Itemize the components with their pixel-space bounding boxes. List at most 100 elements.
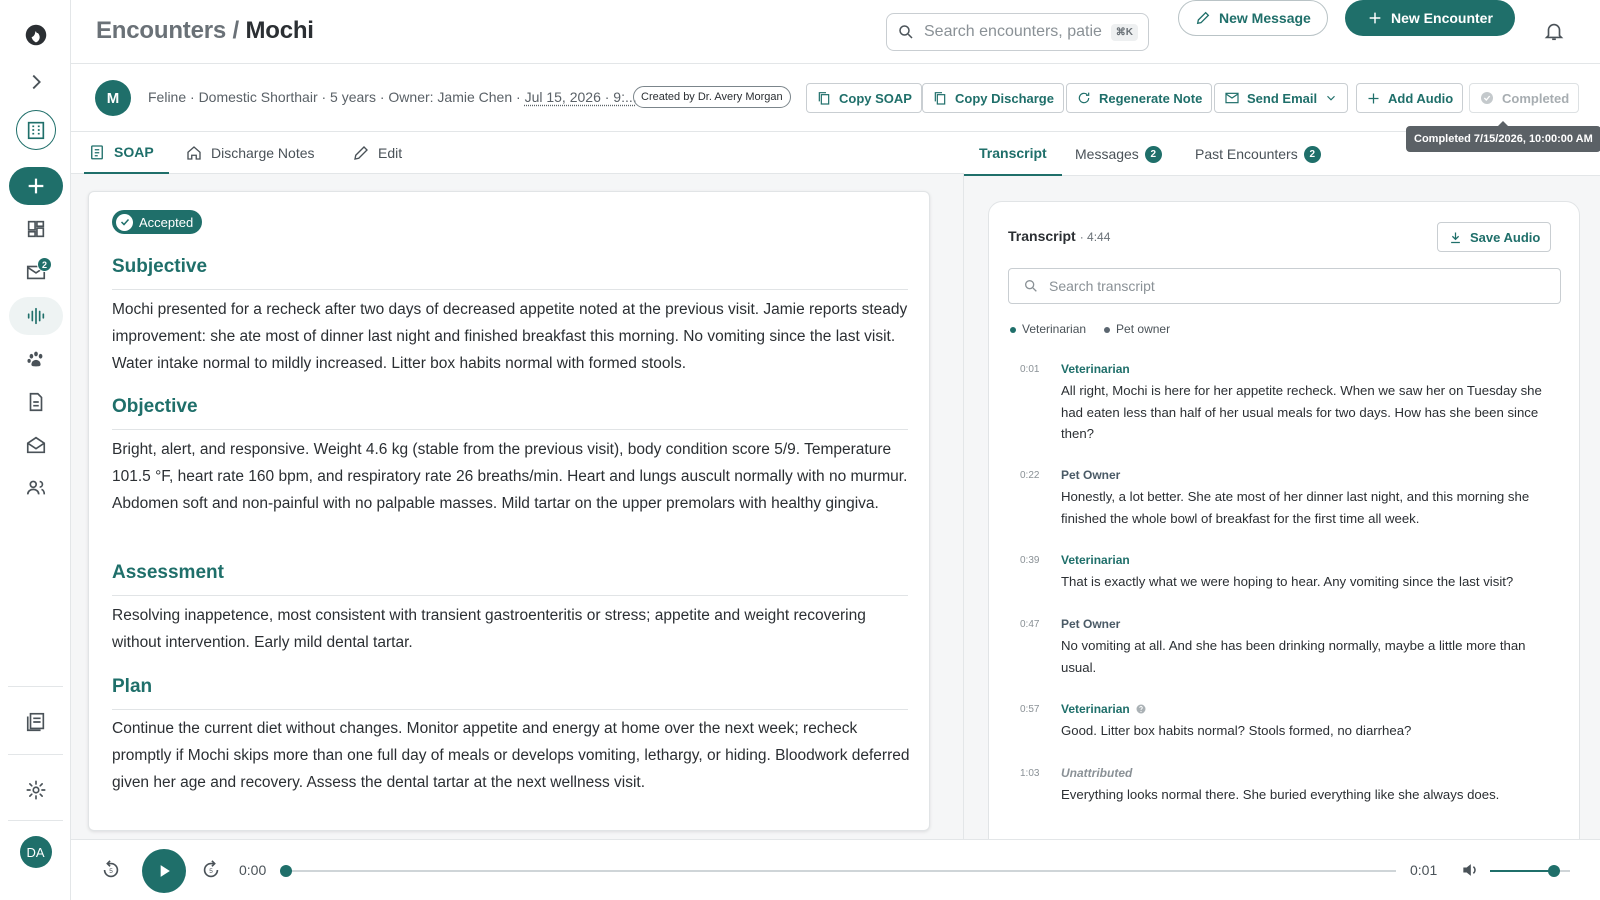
total-time: 0:01 bbox=[1410, 862, 1437, 878]
legend-dot bbox=[1010, 327, 1016, 333]
status-label: Accepted bbox=[139, 215, 193, 230]
section-body-assessment: Resolving inappetence, most consistent w… bbox=[112, 602, 912, 656]
rail-divider bbox=[8, 686, 63, 687]
patient-details: Feline · Domestic Shorthair · 5 years · … bbox=[148, 89, 521, 105]
transcript-title: Transcript bbox=[1008, 228, 1076, 244]
tab-transcript[interactable]: Transcript bbox=[964, 132, 1062, 176]
utterance-text: Everything looks normal there. She burie… bbox=[1061, 784, 1546, 806]
section-body-objective: Bright, alert, and responsive. Weight 4.… bbox=[112, 436, 912, 517]
utterance-text: Good. Litter box habits normal? Stools f… bbox=[1061, 720, 1546, 742]
search-input[interactable]: Search encounters, patients... bbox=[924, 23, 1102, 41]
current-time: 0:00 bbox=[239, 862, 266, 878]
utterance-speaker: Veterinarian bbox=[1061, 702, 1130, 716]
save-audio-label: Save Audio bbox=[1470, 230, 1540, 245]
section-body-plan: Continue the current diet without change… bbox=[112, 715, 912, 796]
rail-messages[interactable] bbox=[0, 425, 71, 465]
tab-transcript-label: Transcript bbox=[979, 145, 1047, 161]
section-body-subjective: Mochi presented for a recheck after two … bbox=[112, 296, 912, 377]
new-encounter-button[interactable]: New Encounter bbox=[1345, 0, 1515, 36]
save-audio-button[interactable]: Save Audio bbox=[1437, 222, 1551, 252]
utterance-speaker: Pet Owner bbox=[1061, 617, 1120, 631]
transcript-search-input[interactable]: Search transcript bbox=[1049, 278, 1155, 294]
utterance-speaker: Veterinarian bbox=[1061, 362, 1130, 376]
section-divider bbox=[112, 595, 908, 596]
rail-encounters[interactable] bbox=[0, 296, 71, 336]
utterance-timestamp[interactable]: 0:22 bbox=[1020, 470, 1039, 481]
utterance-timestamp[interactable]: 0:01 bbox=[1020, 364, 1039, 375]
tab-discharge-notes[interactable]: Discharge Notes bbox=[185, 132, 315, 174]
transcript-heading: Transcript · 4:44 bbox=[1008, 228, 1110, 244]
utterance-speaker: Pet Owner bbox=[1061, 468, 1120, 482]
tab-past-encounters-label: Past Encounters bbox=[1195, 146, 1298, 162]
transcript-search[interactable]: Search transcript bbox=[1008, 268, 1561, 304]
utterance-speaker[interactable]: Unattributed bbox=[1061, 766, 1132, 780]
add-audio-button[interactable]: Add Audio bbox=[1356, 83, 1463, 113]
seek-bar[interactable] bbox=[286, 870, 1396, 872]
rail-dashboard[interactable] bbox=[0, 209, 71, 249]
section-divider bbox=[112, 429, 908, 430]
rail-team[interactable] bbox=[0, 468, 71, 508]
plus-icon bbox=[1366, 91, 1381, 106]
rewind-button[interactable]: 5 bbox=[100, 859, 122, 881]
app-logo[interactable] bbox=[0, 14, 71, 56]
utterance-timestamp[interactable]: 1:03 bbox=[1020, 768, 1039, 779]
notes-icon bbox=[25, 711, 47, 733]
new-message-label: New Message bbox=[1219, 10, 1311, 26]
section-divider bbox=[112, 709, 908, 710]
gear-icon bbox=[25, 779, 47, 801]
encounter-date[interactable]: Jul 15, 2026 · 9:... bbox=[525, 89, 637, 105]
tab-edit-label: Edit bbox=[378, 145, 402, 161]
utterance-timestamp[interactable]: 0:57 bbox=[1020, 704, 1039, 715]
forward-button[interactable]: 5 bbox=[200, 859, 222, 881]
plus-icon bbox=[25, 175, 47, 197]
rail-documents[interactable] bbox=[0, 382, 71, 422]
completed-tooltip: Completed 7/15/2026, 10:00:00 AM bbox=[1406, 126, 1600, 152]
user-menu[interactable]: DA bbox=[0, 829, 71, 875]
home-icon bbox=[185, 144, 203, 162]
play-button[interactable] bbox=[142, 849, 186, 893]
clinic-switcher[interactable] bbox=[0, 109, 71, 151]
completed-button[interactable]: Completed bbox=[1469, 83, 1579, 113]
transcript-duration: · 4:44 bbox=[1080, 230, 1111, 244]
copy-discharge-button[interactable]: Copy Discharge bbox=[922, 83, 1064, 113]
note-tabs: SOAP Discharge Notes Edit bbox=[71, 132, 964, 174]
utterance-timestamp[interactable]: 0:47 bbox=[1020, 619, 1039, 630]
notifications-button[interactable] bbox=[1543, 20, 1565, 42]
send-email-label: Send Email bbox=[1247, 91, 1317, 106]
legend-label: Veterinarian bbox=[1022, 322, 1086, 336]
utterance-timestamp[interactable]: 0:39 bbox=[1020, 555, 1039, 566]
legend-dot bbox=[1104, 327, 1110, 333]
rail-notes[interactable] bbox=[0, 702, 71, 742]
expand-sidebar-button[interactable] bbox=[0, 66, 71, 98]
global-search[interactable]: Search encounters, patients... ⌘K bbox=[886, 13, 1149, 51]
section-title-assessment: Assessment bbox=[112, 562, 224, 584]
tab-edit[interactable]: Edit bbox=[352, 132, 402, 174]
new-encounter-rail-button[interactable] bbox=[0, 166, 71, 206]
volume-fill bbox=[1490, 870, 1554, 872]
copy-soap-button[interactable]: Copy SOAP bbox=[806, 83, 922, 113]
rail-patients[interactable] bbox=[0, 339, 71, 379]
search-icon bbox=[897, 23, 915, 41]
legend-label: Pet owner bbox=[1116, 322, 1170, 336]
tab-messages-label: Messages bbox=[1075, 146, 1139, 162]
rail-inbox[interactable]: 2 bbox=[0, 252, 71, 292]
volume-handle[interactable] bbox=[1548, 865, 1560, 877]
bell-icon bbox=[1543, 20, 1565, 42]
help-circle-icon[interactable] bbox=[1135, 703, 1147, 715]
tab-messages[interactable]: Messages 2 bbox=[1075, 132, 1162, 176]
seek-handle[interactable] bbox=[280, 865, 292, 877]
chevron-down-icon[interactable] bbox=[1324, 91, 1338, 105]
left-rail: 2 DA bbox=[0, 0, 71, 900]
mute-button[interactable] bbox=[1460, 860, 1480, 880]
tab-past-encounters[interactable]: Past Encounters 2 bbox=[1195, 132, 1321, 176]
regenerate-note-button[interactable]: Regenerate Note bbox=[1066, 83, 1212, 113]
send-email-button[interactable]: Send Email bbox=[1214, 83, 1348, 113]
patient-summary: Feline · Domestic Shorthair · 5 years · … bbox=[148, 89, 637, 105]
new-message-button[interactable]: New Message bbox=[1178, 0, 1328, 36]
copy-icon bbox=[932, 90, 948, 106]
rail-settings[interactable] bbox=[0, 770, 71, 810]
regenerate-note-label: Regenerate Note bbox=[1099, 91, 1202, 106]
tab-soap[interactable]: SOAP bbox=[84, 132, 169, 174]
volume-slider[interactable] bbox=[1490, 870, 1570, 872]
breadcrumb-parent-link[interactable]: Encounters bbox=[96, 17, 226, 44]
